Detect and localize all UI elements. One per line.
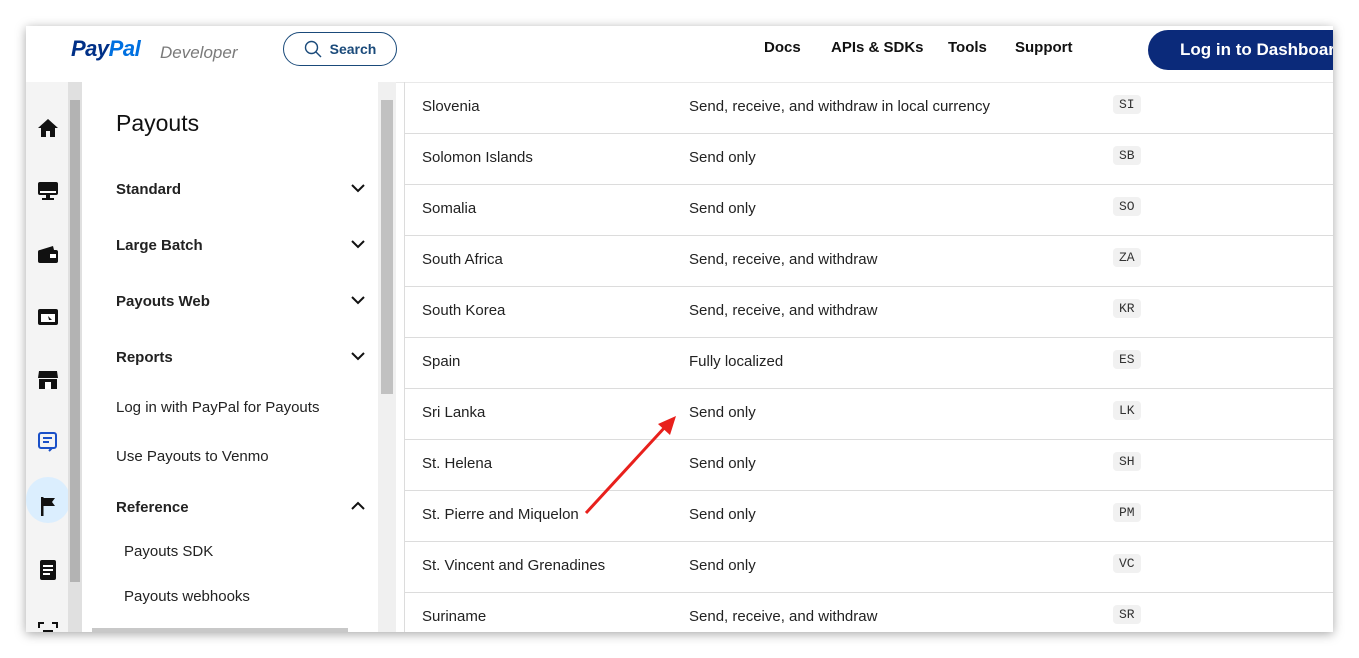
support-cell: Send, receive, and withdraw — [689, 251, 878, 268]
code-cell: SB — [1113, 146, 1141, 165]
sidebar-scroll-thumb[interactable] — [381, 100, 393, 394]
monitor-icon[interactable] — [36, 179, 60, 203]
country-table: Slovenia Send, receive, and withdraw in … — [404, 82, 1333, 632]
code-cell: ES — [1113, 350, 1141, 369]
payouts-icon[interactable] — [36, 430, 60, 454]
nav-support[interactable]: Support — [1015, 39, 1073, 56]
table-row: St. Vincent and Grenadines Send only VC — [405, 541, 1333, 593]
country-cell: St. Vincent and Grenadines — [422, 557, 606, 574]
country-cell: Solomon Islands — [422, 149, 533, 166]
code-cell: VC — [1113, 554, 1141, 573]
sidebar-item-standard[interactable]: Standard — [116, 181, 181, 198]
sidebar-item-login-paypal[interactable]: Log in with PayPal for Payouts — [116, 399, 319, 416]
nav-apis-sdks[interactable]: APIs & SDKs — [831, 39, 924, 56]
search-button[interactable]: Search — [283, 32, 397, 66]
chevron-down-icon[interactable] — [350, 348, 366, 364]
country-cell: South Africa — [422, 251, 503, 268]
sidebar-item-reports[interactable]: Reports — [116, 349, 173, 366]
sidebar-item-venmo[interactable]: Use Payouts to Venmo — [116, 448, 269, 465]
support-cell: Send, receive, and withdraw — [689, 608, 878, 625]
country-cell: Slovenia — [422, 98, 480, 115]
cart-icon[interactable] — [36, 305, 60, 329]
code-cell: SH — [1113, 452, 1141, 471]
store-icon[interactable] — [36, 368, 60, 392]
search-label: Search — [329, 41, 377, 57]
sidebar-item-payouts-web[interactable]: Payouts Web — [116, 293, 210, 310]
code-cell: SO — [1113, 197, 1141, 216]
table-row: St. Helena Send only SH — [405, 439, 1333, 491]
country-cell: St. Pierre and Miquelon — [422, 506, 579, 523]
nav-tools[interactable]: Tools — [948, 39, 987, 56]
country-cell: Somalia — [422, 200, 477, 217]
code-cell: LK — [1113, 401, 1141, 420]
sidebar-title: Payouts — [116, 110, 200, 136]
table-row: Sri Lanka Send only LK — [405, 388, 1333, 440]
country-cell: Spain — [422, 353, 461, 370]
chevron-down-icon[interactable] — [350, 180, 366, 196]
chevron-down-icon[interactable] — [350, 236, 366, 252]
code-cell: SR — [1113, 605, 1141, 624]
flag-icon[interactable] — [36, 494, 60, 518]
chevron-up-icon[interactable] — [350, 498, 366, 514]
table-row: Spain Fully localized ES — [405, 337, 1333, 389]
table-row: South Korea Send, receive, and withdraw … — [405, 286, 1333, 338]
chevron-down-icon[interactable] — [350, 292, 366, 308]
support-cell: Fully localized — [689, 353, 784, 370]
table-row: Slovenia Send, receive, and withdraw in … — [405, 82, 1333, 134]
support-cell: Send only — [689, 506, 756, 523]
support-cell: Send, receive, and withdraw in local cur… — [689, 98, 990, 115]
sidebar-nav: Payouts Standard Large Batch Payouts Web… — [82, 82, 378, 632]
sidebar-item-large-batch[interactable]: Large Batch — [116, 237, 203, 254]
search-icon — [304, 40, 322, 58]
top-header: PayPal Developer Search Docs APIs & SDKs… — [26, 26, 1333, 83]
sidebar-horizontal-scrollbar[interactable] — [92, 628, 348, 632]
sidebar-item-reference[interactable]: Reference — [116, 499, 189, 516]
table-row: St. Pierre and Miquelon Send only PM — [405, 490, 1333, 542]
country-cell: St. Helena — [422, 455, 493, 472]
support-cell: Send only — [689, 200, 756, 217]
sidebar-item-payouts-sdk[interactable]: Payouts SDK — [124, 543, 213, 560]
login-dashboard-button[interactable]: Log in to Dashboard — [1148, 30, 1333, 70]
code-cell: KR — [1113, 299, 1141, 318]
support-cell: Send, receive, and withdraw — [689, 302, 878, 319]
support-cell: Send only — [689, 455, 756, 472]
support-cell: Send only — [689, 404, 756, 421]
code-cell: SI — [1113, 95, 1141, 114]
nav-docs[interactable]: Docs — [764, 39, 801, 56]
table-row: Suriname Send, receive, and withdraw SR — [405, 592, 1333, 632]
home-icon[interactable] — [36, 116, 60, 140]
code-cell: PM — [1113, 503, 1141, 522]
support-cell: Send only — [689, 149, 756, 166]
table-row: Solomon Islands Send only SB — [405, 133, 1333, 185]
table-row: South Africa Send, receive, and withdraw… — [405, 235, 1333, 287]
code-cell: ZA — [1113, 248, 1141, 267]
country-cell: South Korea — [422, 302, 506, 319]
paypal-logo[interactable]: PayPal — [71, 36, 141, 62]
sidebar-item-payouts-webhooks[interactable]: Payouts webhooks — [124, 588, 250, 605]
country-cell: Sri Lanka — [422, 404, 486, 421]
scan-icon[interactable] — [36, 620, 60, 632]
developer-label: Developer — [160, 43, 238, 62]
table-row: Somalia Send only SO — [405, 184, 1333, 236]
rail-scroll-thumb[interactable] — [70, 100, 80, 582]
wallet-icon[interactable] — [36, 242, 60, 266]
country-cell: Suriname — [422, 608, 487, 625]
browser-window: PayPal Developer Search Docs APIs & SDKs… — [26, 26, 1333, 632]
support-cell: Send only — [689, 557, 756, 574]
icon-rail — [26, 82, 70, 632]
document-icon[interactable] — [36, 558, 60, 582]
